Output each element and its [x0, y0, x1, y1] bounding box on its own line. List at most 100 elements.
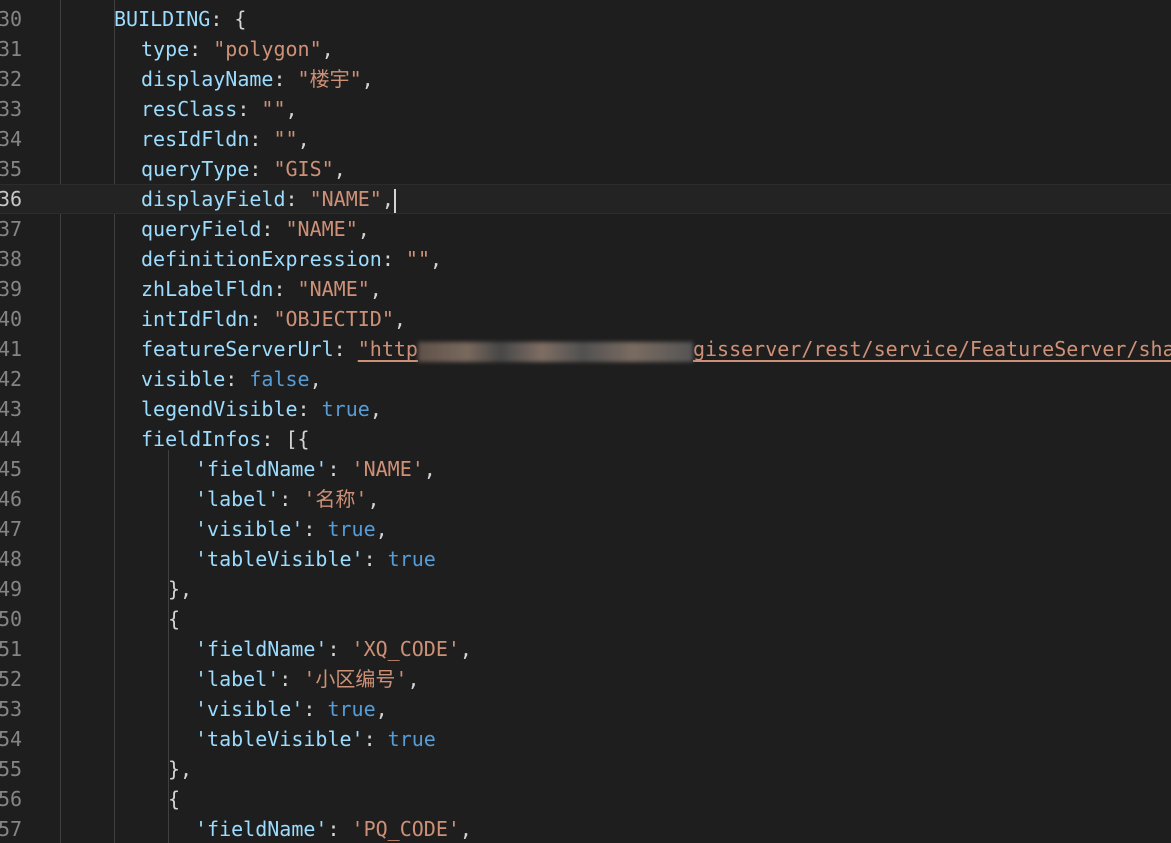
string-literal: "NAME": [309, 187, 382, 211]
keyword-literal: true: [387, 547, 436, 571]
punctuation: ,: [309, 367, 322, 391]
punctuation: ,: [369, 397, 382, 421]
code-line[interactable]: 41 featureServerUrl: "http gisserver/rest/…: [0, 334, 1171, 364]
line-number: 33: [0, 97, 23, 121]
code-line[interactable]: 37 queryField: "NAME",: [0, 214, 1171, 244]
string-literal: "polygon": [213, 37, 322, 61]
line-number: 37: [0, 217, 23, 241]
code-line[interactable]: 51 'fieldName': 'XQ_CODE',: [0, 634, 1171, 664]
punctuation: ,: [459, 817, 472, 841]
punctuation: ,: [407, 667, 420, 691]
punctuation: ,: [459, 637, 472, 661]
line-number: 43: [0, 397, 23, 421]
punctuation: },: [168, 577, 193, 601]
line-number: 41: [0, 337, 23, 361]
line-code: displayField: "NAME",: [141, 184, 396, 214]
punctuation: :: [285, 187, 310, 211]
code-line[interactable]: 40 intIdFldn: "OBJECTID",: [0, 304, 1171, 334]
code-line[interactable]: 45 'fieldName': 'NAME',: [0, 454, 1171, 484]
code-line[interactable]: 52 'label': '小区编号',: [0, 664, 1171, 694]
url-link[interactable]: "http: [358, 337, 418, 361]
string-literal: "OBJECTID": [273, 307, 394, 331]
punctuation: ,: [423, 457, 436, 481]
punctuation: :: [363, 727, 388, 751]
code-line[interactable]: 36 displayField: "NAME",: [0, 184, 1171, 214]
keyword-literal: false: [249, 367, 310, 391]
keyword-literal: true: [321, 397, 370, 421]
punctuation: ,: [321, 37, 334, 61]
punctuation: :: [381, 247, 406, 271]
code-line[interactable]: 53 'visible': true,: [0, 694, 1171, 724]
url-link[interactable]: gisserver/rest/service/FeatureServer/sha…: [693, 337, 1171, 361]
string-literal: 'XQ_CODE': [351, 637, 460, 661]
line-code: BUILDING: {: [114, 4, 246, 34]
punctuation: ,: [285, 97, 298, 121]
punctuation: :: [327, 817, 352, 841]
line-code: 'label': '名称',: [195, 484, 380, 514]
code-line[interactable]: 38 definitionExpression: "",: [0, 244, 1171, 274]
property-key: 'fieldName': [195, 817, 328, 841]
line-code: },: [168, 574, 192, 604]
redacted-url-segment: [417, 342, 693, 362]
line-number: 40: [0, 307, 23, 331]
property-key: 'fieldName': [195, 637, 328, 661]
line-number: 31: [0, 37, 23, 61]
line-code: queryField: "NAME",: [141, 214, 370, 244]
property-key: resIdFldn: [141, 127, 250, 151]
line-code: 'fieldName': 'XQ_CODE',: [195, 634, 472, 664]
property-key: 'label': [195, 487, 280, 511]
code-line[interactable]: 57 'fieldName': 'PQ_CODE',: [0, 814, 1171, 843]
punctuation: :: [279, 487, 304, 511]
punctuation: ,: [361, 67, 374, 91]
string-literal: '小区编号': [303, 667, 408, 691]
punctuation: :: [273, 67, 298, 91]
line-number: 42: [0, 367, 23, 391]
line-code: legendVisible: true,: [141, 394, 382, 424]
punctuation: :: [297, 397, 322, 421]
code-line[interactable]: 46 'label': '名称',: [0, 484, 1171, 514]
string-literal: '名称': [303, 487, 368, 511]
code-editor[interactable]: 30 BUILDING: {31 type: "polygon", 32 display…: [0, 0, 1171, 843]
punctuation: ,: [333, 157, 346, 181]
line-code: queryType: "GIS",: [141, 154, 346, 184]
code-line[interactable]: 32 displayName: "楼宇",: [0, 64, 1171, 94]
punctuation: {: [168, 607, 181, 631]
property-key: 'tableVisible': [195, 547, 364, 571]
keyword-literal: true: [327, 697, 376, 721]
code-line[interactable]: 30 BUILDING: {: [0, 4, 1171, 34]
code-line[interactable]: 54 'tableVisible': true: [0, 724, 1171, 754]
line-code: resIdFldn: "",: [141, 124, 310, 154]
code-line[interactable]: 34 resIdFldn: "",: [0, 124, 1171, 154]
string-literal: "GIS": [273, 157, 334, 181]
property-key: intIdFldn: [141, 307, 250, 331]
code-line[interactable]: 33 resClass: "",: [0, 94, 1171, 124]
code-line[interactable]: 31 type: "polygon",: [0, 34, 1171, 64]
code-line[interactable]: 44 fieldInfos: [{: [0, 424, 1171, 454]
code-line[interactable]: 43 legendVisible: true,: [0, 394, 1171, 424]
punctuation: :: [189, 37, 214, 61]
property-key: visible: [141, 367, 226, 391]
code-line[interactable]: 48 'tableVisible': true: [0, 544, 1171, 574]
line-number: 44: [0, 427, 23, 451]
property-key: fieldInfos: [141, 427, 262, 451]
code-line[interactable]: 42 visible: false,: [0, 364, 1171, 394]
punctuation: : {: [210, 7, 247, 31]
punctuation: ,: [357, 217, 370, 241]
line-code: definitionExpression: "",: [141, 244, 442, 274]
punctuation: :: [261, 217, 286, 241]
property-key: resClass: [141, 97, 238, 121]
code-line[interactable]: 55},: [0, 754, 1171, 784]
punctuation: },: [168, 757, 193, 781]
code-line[interactable]: 50 {: [0, 604, 1171, 634]
code-line[interactable]: 49},: [0, 574, 1171, 604]
line-code: 'visible': true,: [195, 694, 388, 724]
punctuation: ,: [297, 127, 310, 151]
code-line[interactable]: 47 'visible': true,: [0, 514, 1171, 544]
code-line[interactable]: 56 {: [0, 784, 1171, 814]
code-line[interactable]: 39 zhLabelFldn: "NAME",: [0, 274, 1171, 304]
property-key: 'fieldName': [195, 457, 328, 481]
code-line[interactable]: 35 queryType: "GIS",: [0, 154, 1171, 184]
line-number: 48: [0, 547, 23, 571]
property-key: type: [141, 37, 190, 61]
line-code: {: [168, 784, 180, 814]
